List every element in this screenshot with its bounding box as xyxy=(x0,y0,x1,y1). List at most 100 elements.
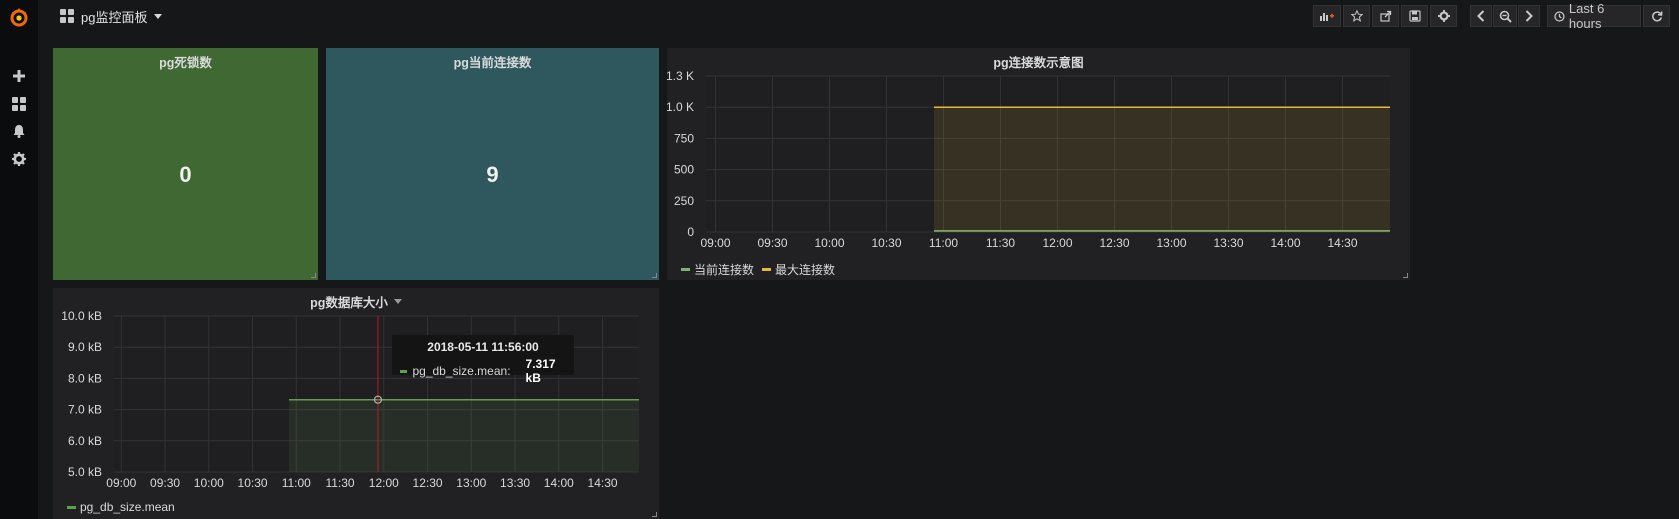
dashboard-title: pg监控面板 xyxy=(81,9,148,25)
y-tick-label: 8.0 kB xyxy=(68,371,102,385)
legend-swatch xyxy=(762,268,772,271)
panel-title[interactable]: pg当前连接数 xyxy=(326,52,659,71)
save-icon xyxy=(1408,10,1421,22)
time-range-label: Last 6 hours xyxy=(1568,1,1605,31)
y-tick-label: 1.0 K xyxy=(667,100,694,114)
legend-item-db-size[interactable]: pg_db_size.mean xyxy=(67,500,175,514)
x-tick-label: 10:30 xyxy=(871,236,901,250)
y-tick-label: 500 xyxy=(674,163,694,177)
x-tick-label: 14:30 xyxy=(1327,236,1357,250)
legend-label: pg_db_size.mean xyxy=(80,500,175,514)
connections-chart[interactable]: 09:00 09:30 10:00 10:30 11:00 11:30 12:00 12:30… xyxy=(667,48,1410,280)
x-tick-label: 14:30 xyxy=(588,476,618,490)
db-size-graph-panel[interactable]: pg数据库大小 09:00 09:30 10:00 10:30 11:00 11:30 12… xyxy=(53,288,659,519)
dashboards-grid-icon xyxy=(60,9,74,23)
refresh-button[interactable] xyxy=(1643,5,1670,27)
x-tick-label: 11:00 xyxy=(282,476,311,490)
graph-tooltip: 2018-05-11 11:56:00 pg_db_size.mean: 7.3… xyxy=(392,335,574,385)
top-navbar: pg监控面板 Last 6 hours xyxy=(38,0,1679,36)
x-tick-label: 14:00 xyxy=(544,476,574,490)
legend-swatch xyxy=(681,268,690,271)
legend-item-max-connections[interactable]: 最大连接数 xyxy=(762,261,835,278)
legend-label: 当前连接数 xyxy=(694,263,755,277)
chevron-left-icon xyxy=(1477,10,1485,22)
add-panel-button[interactable] xyxy=(1313,5,1341,27)
refresh-icon xyxy=(1651,11,1663,22)
x-tick-label: 14:00 xyxy=(1270,236,1300,250)
share-button[interactable] xyxy=(1372,5,1399,27)
connections-stat-panel[interactable]: pg当前连接数 9 xyxy=(326,48,659,280)
x-tick-label: 13:30 xyxy=(500,476,530,490)
x-tick-label: 13:30 xyxy=(1213,236,1243,250)
y-tick-label: 7.0 kB xyxy=(68,403,102,417)
star-icon xyxy=(1350,10,1363,22)
zoom-out-button[interactable] xyxy=(1493,5,1517,27)
time-forward-button[interactable] xyxy=(1518,5,1540,27)
db-size-chart[interactable]: 09:00 09:30 10:00 10:30 11:00 11:30 12:00 12:30… xyxy=(53,288,659,519)
y-tick-label: 0 xyxy=(687,225,694,239)
grafana-logo-icon[interactable] xyxy=(9,6,29,28)
x-tick-label: 13:00 xyxy=(1156,236,1186,250)
tooltip-value: 7.317 kB xyxy=(525,357,556,385)
chart-legend: 当前连接数 最大连接数 xyxy=(681,261,835,278)
add-panel-icon xyxy=(1320,13,1334,21)
x-tick-label: 10:00 xyxy=(814,236,844,250)
gear-icon xyxy=(1437,10,1450,22)
save-button[interactable] xyxy=(1401,5,1428,27)
x-tick-label: 12:30 xyxy=(413,476,443,490)
y-tick-label: 5.0 kB xyxy=(68,465,102,479)
resize-handle[interactable] xyxy=(311,273,316,278)
chart-legend: pg_db_size.mean xyxy=(67,500,175,514)
panel-title[interactable]: pg死锁数 xyxy=(53,52,318,71)
resize-handle[interactable] xyxy=(1403,273,1408,278)
y-tick-label: 9.0 kB xyxy=(68,340,102,354)
x-tick-label: 10:00 xyxy=(194,476,224,490)
chevron-right-icon xyxy=(1525,10,1533,22)
side-menu xyxy=(0,0,38,519)
share-icon xyxy=(1379,10,1391,22)
x-tick-label: 12:30 xyxy=(1099,236,1129,250)
x-tick-label: 11:30 xyxy=(325,476,354,490)
resize-handle[interactable] xyxy=(652,512,657,517)
resize-handle[interactable] xyxy=(652,273,657,278)
x-tick-label: 10:30 xyxy=(238,476,268,490)
tooltip-time: 2018-05-11 11:56:00 xyxy=(427,340,539,354)
plus-icon[interactable] xyxy=(9,69,29,89)
series-area xyxy=(934,107,1390,232)
legend-label: 最大连接数 xyxy=(775,263,836,277)
deadlocks-stat-panel[interactable]: pg死锁数 0 xyxy=(53,48,318,280)
x-tick-label: 09:30 xyxy=(757,236,787,250)
series-area xyxy=(289,399,639,472)
x-tick-label: 09:30 xyxy=(150,476,180,490)
dashboards-icon[interactable] xyxy=(9,97,29,117)
time-back-button[interactable] xyxy=(1470,5,1492,27)
x-tick-label: 09:00 xyxy=(700,236,730,250)
stat-value: 9 xyxy=(486,162,499,187)
x-tick-label: 12:00 xyxy=(1042,236,1072,250)
dashboard-picker[interactable]: pg监控面板 xyxy=(60,6,163,26)
zoom-out-icon xyxy=(1499,10,1512,23)
x-tick-label: 12:00 xyxy=(369,476,399,490)
stat-value: 0 xyxy=(179,162,192,187)
y-tick-label: 6.0 kB xyxy=(68,434,102,448)
caret-down-icon xyxy=(154,13,163,19)
y-tick-label: 750 xyxy=(674,131,694,145)
x-tick-label: 13:00 xyxy=(456,476,486,490)
y-tick-label: 1.3 K xyxy=(667,69,694,83)
bell-icon[interactable] xyxy=(9,124,29,144)
time-picker-button[interactable]: Last 6 hours xyxy=(1547,1,1641,31)
star-button[interactable] xyxy=(1343,5,1370,27)
y-tick-label: 10.0 kB xyxy=(61,309,102,323)
tooltip-series: pg_db_size.mean: xyxy=(412,364,511,378)
x-tick-label: 11:30 xyxy=(986,236,1015,250)
settings-button[interactable] xyxy=(1430,5,1457,27)
legend-swatch xyxy=(67,505,76,509)
clock-icon xyxy=(1554,10,1565,22)
x-tick-label: 09:00 xyxy=(106,476,136,490)
legend-swatch xyxy=(400,369,408,373)
y-tick-label: 250 xyxy=(674,194,694,208)
x-tick-label: 11:00 xyxy=(929,236,958,250)
connections-graph-panel[interactable]: pg连接数示意图 09:00 09:30 10:00 10:30 11:00 11:30 1… xyxy=(667,48,1410,280)
legend-item-current-connections[interactable]: 当前连接数 xyxy=(681,261,754,278)
gear-icon[interactable] xyxy=(9,152,29,172)
